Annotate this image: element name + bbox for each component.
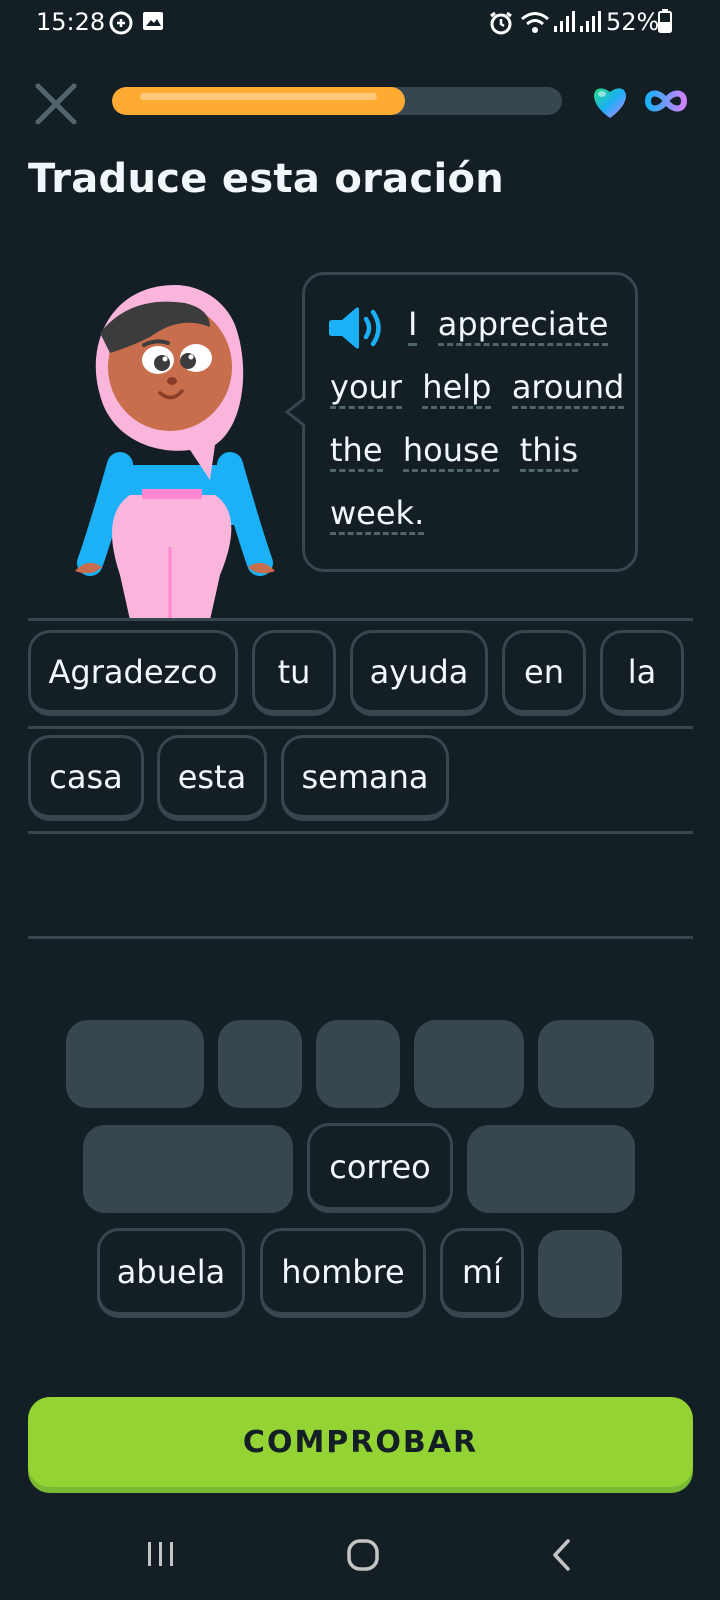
word-bank-empty-slot (66, 1020, 204, 1108)
close-icon[interactable] (30, 78, 82, 130)
alarm-icon (490, 11, 512, 35)
status-time: 15:28 (36, 8, 106, 36)
prompt-word[interactable]: I (408, 305, 418, 346)
gallery-icon (143, 12, 163, 30)
answer-chip[interactable]: en (502, 630, 586, 716)
wifi-icon (521, 12, 549, 33)
word-bank-empty-slot (538, 1020, 654, 1108)
recent-apps-icon[interactable] (146, 1538, 176, 1570)
progress-shine (140, 93, 377, 100)
back-icon[interactable] (550, 1538, 574, 1572)
prompt-line-2: your help around (330, 363, 625, 411)
sync-settings-icon (109, 11, 133, 35)
word-bank-empty-slot (538, 1230, 622, 1318)
answer-chip[interactable]: tu (252, 630, 336, 716)
prompt-line-1: I appreciate (408, 300, 609, 348)
prompt-word[interactable]: the (330, 431, 383, 472)
speaker-icon[interactable] (328, 305, 386, 351)
speech-bubble-tail (284, 398, 308, 426)
progress-fill (112, 87, 405, 115)
word-bank-chip[interactable]: correo (307, 1123, 453, 1213)
answer-chip[interactable]: la (600, 630, 684, 716)
prompt-line-3: the house this (330, 426, 579, 474)
character-illustration (75, 285, 275, 620)
home-icon[interactable] (346, 1538, 380, 1572)
answer-chip[interactable]: esta (157, 735, 267, 821)
battery-icon (658, 9, 672, 33)
prompt-word[interactable]: house (402, 431, 500, 472)
status-bar: 15:28 52% (0, 0, 720, 48)
prompt-line-4: week. (330, 489, 425, 537)
answer-chip[interactable]: casa (28, 735, 144, 821)
check-button[interactable]: COMPROBAR (28, 1397, 693, 1487)
prompt-word[interactable]: your (330, 368, 402, 409)
prompt-word[interactable]: this (519, 431, 579, 472)
word-bank-empty-slot (414, 1020, 524, 1108)
answer-chip[interactable]: semana (281, 735, 449, 821)
word-bank-empty-slot (83, 1125, 293, 1213)
answer-line (28, 936, 693, 939)
prompt-word[interactable]: week. (330, 494, 425, 535)
word-bank-chip[interactable]: hombre (260, 1228, 426, 1318)
word-bank-empty-slot (316, 1020, 400, 1108)
page-title: Traduce esta oración (28, 156, 505, 202)
word-bank-empty-slot (467, 1125, 635, 1213)
word-bank-empty-slot (218, 1020, 302, 1108)
word-bank-chip[interactable]: mí (440, 1228, 524, 1318)
prompt-word[interactable]: around (511, 368, 625, 409)
answer-chip[interactable]: ayuda (350, 630, 488, 716)
word-bank-chip[interactable]: abuela (97, 1228, 245, 1318)
answer-chip[interactable]: Agradezco (28, 630, 238, 716)
signal-icon (554, 11, 575, 32)
battery-percent: 52% (606, 8, 660, 36)
infinity-icon (644, 90, 688, 112)
answer-line (28, 831, 693, 834)
progress-bar (112, 87, 562, 115)
prompt-word[interactable]: appreciate (437, 305, 609, 346)
answer-line (28, 618, 693, 621)
signal-icon-2 (580, 11, 601, 32)
heart-icon[interactable] (590, 84, 630, 120)
answer-line (28, 726, 693, 729)
prompt-word[interactable]: help (422, 368, 492, 409)
